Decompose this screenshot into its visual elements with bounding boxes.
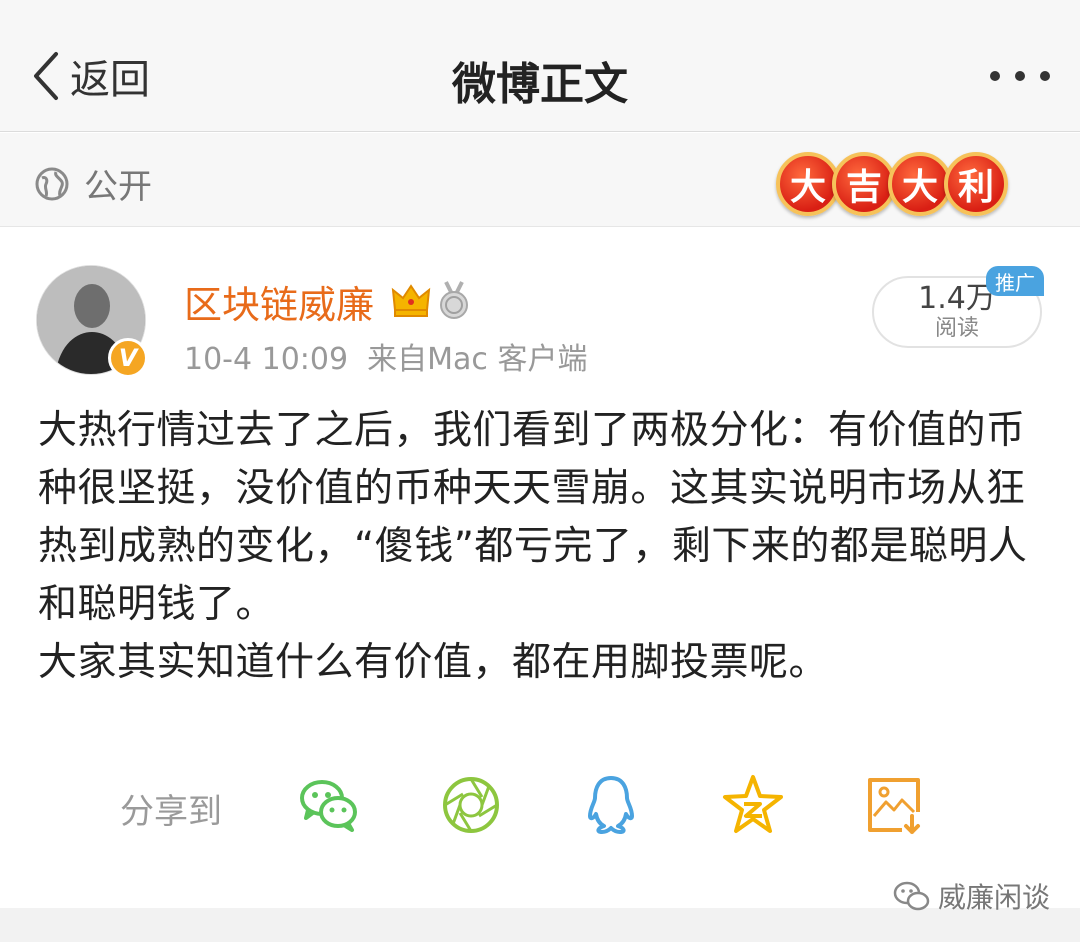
post-source: 来自Mac 客户端 <box>367 342 588 377</box>
visibility-indicator[interactable]: 公开 <box>34 159 152 208</box>
promo-tag[interactable]: 推广 <box>986 266 1044 296</box>
globe-icon <box>35 167 69 200</box>
qq-icon[interactable] <box>578 772 644 838</box>
lucky-char: 大 <box>776 152 840 216</box>
wechat-icon[interactable] <box>296 772 362 838</box>
watermark: 威廉闲谈 <box>892 876 1050 916</box>
author-name[interactable]: 区块链威廉 <box>184 274 374 329</box>
qzone-icon[interactable] <box>720 772 786 838</box>
post-timestamp: 10-4 10:09 <box>184 342 349 377</box>
post-meta: 10-4 10:09 来自Mac 客户端 <box>184 334 587 378</box>
lucky-badge[interactable]: 大 吉 大 利 <box>776 152 1008 216</box>
reads-label: 阅读 <box>934 316 979 341</box>
crown-icon <box>391 284 431 317</box>
visibility-label: 公开 <box>84 167 152 207</box>
save-image-icon[interactable] <box>862 772 928 838</box>
watermark-text: 威廉闲谈 <box>938 881 1051 914</box>
post-paragraph: 大家其实知道什么有价值，都在用脚投票呢。 <box>38 640 829 685</box>
lucky-char: 大 <box>888 152 952 216</box>
verified-badge-icon: V <box>108 338 148 378</box>
lucky-char: 吉 <box>832 152 896 216</box>
post-paragraph: 大热行情过去了之后，我们看到了两极分化：有价值的币种很坚挺，没价值的币种天天雪崩… <box>38 408 1028 627</box>
lucky-char: 利 <box>944 152 1008 216</box>
nav-bar: 返回 微博正文 <box>0 0 1080 132</box>
medal-icon <box>440 281 468 319</box>
wechat-icon <box>893 881 930 911</box>
page-title: 微博正文 <box>452 59 628 110</box>
post-content: 大热行情过去了之后，我们看到了两极分化：有价值的币种很坚挺，没价值的币种天天雪崩… <box>38 402 1042 692</box>
moments-icon[interactable] <box>438 772 504 838</box>
more-dots-icon[interactable] <box>990 56 1050 96</box>
share-label: 分享到 <box>120 792 222 832</box>
